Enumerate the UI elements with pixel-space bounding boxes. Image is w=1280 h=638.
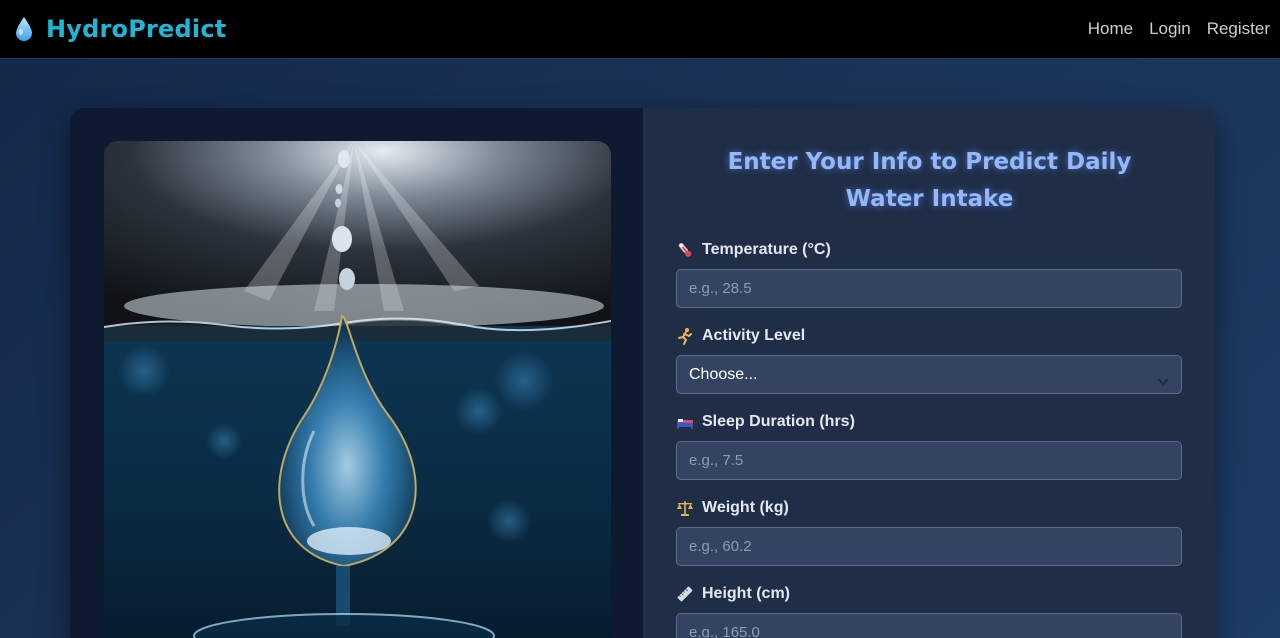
- temperature-label-text: Temperature (°C): [702, 241, 831, 258]
- chevron-down-icon: [1157, 371, 1169, 385]
- form-panel: Enter Your Info to Predict Daily Water I…: [643, 108, 1215, 638]
- water-drop-icon: [14, 16, 34, 42]
- activity-label: Activity Level: [676, 327, 1183, 345]
- bed-icon: [676, 413, 694, 431]
- brand[interactable]: HydroPredict: [14, 15, 226, 43]
- nav-register-link[interactable]: Register: [1207, 19, 1270, 39]
- activity-label-text: Activity Level: [702, 327, 806, 344]
- temperature-input[interactable]: [676, 269, 1182, 308]
- sleep-input[interactable]: [676, 441, 1182, 480]
- water-drop-image: [104, 141, 611, 638]
- brand-name: HydroPredict: [46, 15, 227, 43]
- height-input[interactable]: [676, 613, 1182, 638]
- activity-select[interactable]: Choose...: [676, 355, 1182, 394]
- navbar: HydroPredict Home Login Register: [0, 0, 1280, 59]
- weight-group: Weight (kg): [676, 499, 1183, 566]
- sleep-label-text: Sleep Duration (hrs): [702, 413, 855, 430]
- sleep-label: Sleep Duration (hrs): [676, 413, 1183, 431]
- height-group: Height (cm): [676, 585, 1183, 638]
- height-label: Height (cm): [676, 585, 1183, 603]
- height-label-text: Height (cm): [702, 585, 790, 602]
- weight-label-text: Weight (kg): [702, 499, 789, 516]
- ruler-icon: [676, 585, 694, 603]
- sleep-group: Sleep Duration (hrs): [676, 413, 1183, 480]
- activity-select-value: Choose...: [689, 365, 758, 383]
- image-panel: [70, 108, 643, 638]
- temperature-group: Temperature (°C): [676, 241, 1183, 308]
- weight-input[interactable]: [676, 527, 1182, 566]
- nav-login-link[interactable]: Login: [1149, 19, 1191, 39]
- nav-home-link[interactable]: Home: [1088, 19, 1133, 39]
- activity-group: Activity Level Choose...: [676, 327, 1183, 394]
- prediction-card: Enter Your Info to Predict Daily Water I…: [70, 108, 1215, 638]
- temperature-label: Temperature (°C): [676, 241, 1183, 259]
- weight-label: Weight (kg): [676, 499, 1183, 517]
- form-title: Enter Your Info to Predict Daily Water I…: [727, 149, 1132, 212]
- running-person-icon: [676, 327, 694, 345]
- nav-links: Home Login Register: [1088, 19, 1270, 39]
- thermometer-icon: [676, 241, 694, 259]
- scale-icon: [676, 499, 694, 517]
